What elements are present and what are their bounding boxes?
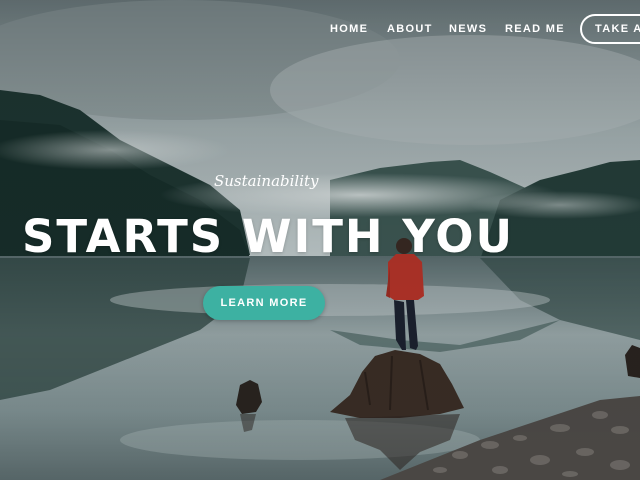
nav-item-about[interactable]: ABOUT [387,23,433,35]
learn-more-button[interactable]: LEARN MORE [203,286,325,320]
take-action-button[interactable]: TAKE AC [580,14,640,44]
nav-item-news[interactable]: NEWS [449,23,487,35]
hero-headline: STARTS WITH YOU [22,210,515,263]
nav-item-read-me[interactable]: READ ME [505,23,565,35]
nav-item-home[interactable]: HOME [330,23,368,35]
top-navigation: HOME ABOUT NEWS READ ME TAKE AC [0,14,640,46]
hero-eyebrow: Sustainability [214,172,319,190]
